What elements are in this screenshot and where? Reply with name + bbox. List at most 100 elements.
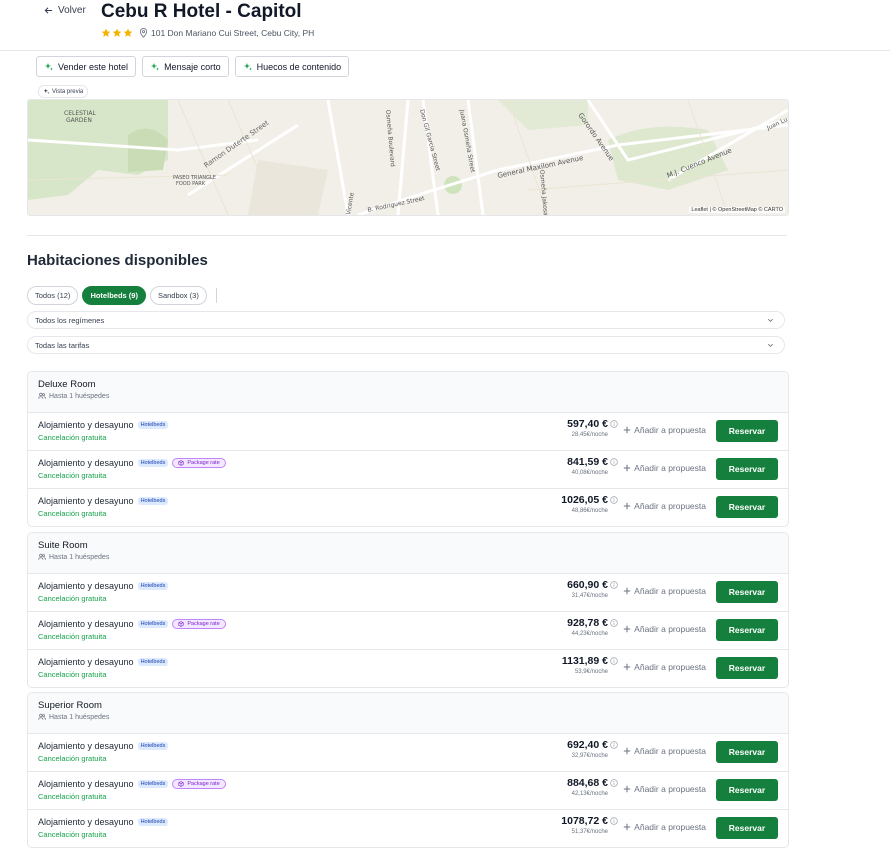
room-guests-text: Hasta 1 huéspedes <box>49 713 110 721</box>
package-rate-label: Package rate <box>187 460 220 466</box>
reserve-button[interactable]: Reservar <box>716 496 778 518</box>
sparkles-icon <box>43 88 50 94</box>
add-to-proposal-button[interactable]: Añadir a propuesta <box>623 662 706 672</box>
price-per-night: 48,86€/noche <box>571 508 608 514</box>
room-capacity: Hasta 1 huéspedes <box>38 392 109 400</box>
map-tiles: CELESTIALGARDEN Ramon Duterte Street PAS… <box>28 100 788 215</box>
add-to-proposal-button[interactable]: Añadir a propuesta <box>623 425 706 435</box>
add-to-proposal-button[interactable]: Añadir a propuesta <box>623 624 706 634</box>
rate-board-line: Alojamiento y desayuno Hotelbeds <box>38 420 169 430</box>
map-attribution[interactable]: Leaflet | © OpenStreetMap © CARTO <box>689 207 785 213</box>
star-icon <box>112 28 122 37</box>
back-label: Volver <box>58 5 86 16</box>
rate-select[interactable]: Todas las tarifas <box>27 336 785 354</box>
info-icon[interactable] <box>610 458 618 466</box>
total-price: 1078,72 € <box>561 815 608 827</box>
rate-list: Alojamiento y desayuno Hotelbeds Cancela… <box>28 574 788 687</box>
info-icon[interactable] <box>610 420 618 428</box>
room-header: Deluxe Room Hasta 1 huéspedes <box>28 372 788 413</box>
price-per-night: 51,37€/noche <box>571 829 608 835</box>
total-price: 1131,89 € <box>561 655 608 667</box>
add-to-proposal-label: Añadir a propuesta <box>634 822 706 832</box>
add-to-proposal-button[interactable]: Añadir a propuesta <box>623 784 706 794</box>
info-icon[interactable] <box>610 581 618 589</box>
reserve-button[interactable]: Reservar <box>716 657 778 679</box>
rate-row: Alojamiento y desayuno Hotelbeds Cancela… <box>28 489 788 526</box>
rate-row: Alojamiento y desayuno Hotelbeds Cancela… <box>28 574 788 612</box>
add-to-proposal-button[interactable]: Añadir a propuesta <box>623 586 706 596</box>
add-to-proposal-button[interactable]: Añadir a propuesta <box>623 463 706 473</box>
regime-select[interactable]: Todos los regímenes <box>27 311 785 329</box>
hotel-actions: Vender este hotel Mensaje corto Huecos d… <box>36 56 350 77</box>
info-icon[interactable] <box>610 741 618 749</box>
filter-hotelbeds[interactable]: Hotelbeds (9) <box>82 286 146 305</box>
rate-board-line: Alojamiento y desayuno Hotelbeds <box>38 496 169 506</box>
content-gaps-button[interactable]: Huecos de contenido <box>234 56 350 77</box>
rate-board-line: Alojamiento y desayuno Hotelbeds <box>38 817 169 827</box>
sell-hotel-button[interactable]: Vender este hotel <box>36 56 137 77</box>
total-price: 841,59 € <box>567 456 608 468</box>
provider-badge: Hotelbeds <box>137 620 169 628</box>
back-button[interactable]: Volver <box>44 5 86 16</box>
provider-badge: Hotelbeds <box>137 658 169 666</box>
cancellation-policy: Cancelación gratuita <box>38 433 107 442</box>
package-rate-label: Package rate <box>187 621 220 627</box>
rate-board-line: Alojamiento y desayuno Hotelbeds <box>38 741 169 751</box>
provider-badge: Hotelbeds <box>137 582 169 590</box>
reserve-button[interactable]: Reservar <box>716 741 778 763</box>
info-icon[interactable] <box>610 496 618 504</box>
add-to-proposal-button[interactable]: Añadir a propuesta <box>623 501 706 511</box>
room-header: Suite Room Hasta 1 huéspedes <box>28 533 788 574</box>
rate-row: Alojamiento y desayuno Hotelbeds Cancela… <box>28 810 788 847</box>
preview-badge[interactable]: Vista previa <box>38 85 89 98</box>
room-name: Suite Room <box>38 540 88 551</box>
add-to-proposal-button[interactable]: Añadir a propuesta <box>623 822 706 832</box>
board-type: Alojamiento y desayuno <box>38 420 134 430</box>
plus-icon <box>623 464 631 472</box>
info-icon[interactable] <box>610 817 618 825</box>
add-to-proposal-label: Añadir a propuesta <box>634 501 706 511</box>
rate-board-line: Alojamiento y desayuno Hotelbeds <box>38 657 169 667</box>
filter-all[interactable]: Todos (12) <box>27 286 79 305</box>
provider-badge: Hotelbeds <box>137 818 169 826</box>
hotel-subline: 101 Don Mariano Cui Street, Cebu City, P… <box>101 28 314 38</box>
room-card: Deluxe Room Hasta 1 huéspedes Alojamient… <box>27 371 789 527</box>
reserve-button[interactable]: Reservar <box>716 817 778 839</box>
room-card: Suite Room Hasta 1 huéspedes Alojamiento… <box>27 532 789 688</box>
arrow-left-icon <box>44 7 53 14</box>
filter-separator <box>215 288 217 303</box>
sell-hotel-label: Vender este hotel <box>58 61 129 72</box>
provider-badge: Hotelbeds <box>137 421 169 429</box>
hotel-address: 101 Don Mariano Cui Street, Cebu City, P… <box>139 28 314 38</box>
provider-badge: Hotelbeds <box>137 497 169 505</box>
package-icon <box>178 621 184 627</box>
price-per-night: 28,45€/noche <box>571 432 608 438</box>
reserve-button[interactable]: Reservar <box>716 581 778 603</box>
board-type: Alojamiento y desayuno <box>38 657 134 667</box>
board-type: Alojamiento y desayuno <box>38 458 134 468</box>
total-price: 597,40 € <box>567 418 608 430</box>
rate-board-line: Alojamiento y desayuno Hotelbeds Package… <box>38 458 226 468</box>
plus-icon <box>623 785 631 793</box>
star-rating <box>101 28 133 38</box>
reserve-button[interactable]: Reservar <box>716 458 778 480</box>
hotel-map[interactable]: CELESTIAL GARDEN Ramon Duterte Street PAS… <box>27 99 789 216</box>
board-type: Alojamiento y desayuno <box>38 779 134 789</box>
price-per-night: 40,08€/noche <box>571 470 608 476</box>
add-to-proposal-button[interactable]: Añadir a propuesta <box>623 746 706 756</box>
sparkles-icon <box>151 62 160 70</box>
svg-text:CELESTIAL: CELESTIAL <box>64 110 96 117</box>
short-message-button[interactable]: Mensaje corto <box>142 56 229 77</box>
filter-sandbox[interactable]: Sandbox (3) <box>149 286 207 305</box>
info-icon[interactable] <box>610 657 618 665</box>
info-icon[interactable] <box>610 779 618 787</box>
reserve-button[interactable]: Reservar <box>716 779 778 801</box>
info-icon[interactable] <box>610 619 618 627</box>
add-to-proposal-label: Añadir a propuesta <box>634 746 706 756</box>
package-icon <box>178 781 184 787</box>
star-icon <box>123 28 133 37</box>
add-to-proposal-label: Añadir a propuesta <box>634 784 706 794</box>
reserve-button[interactable]: Reservar <box>716 619 778 641</box>
reserve-button[interactable]: Reservar <box>716 420 778 442</box>
price-per-night: 44,23€/noche <box>571 631 608 637</box>
